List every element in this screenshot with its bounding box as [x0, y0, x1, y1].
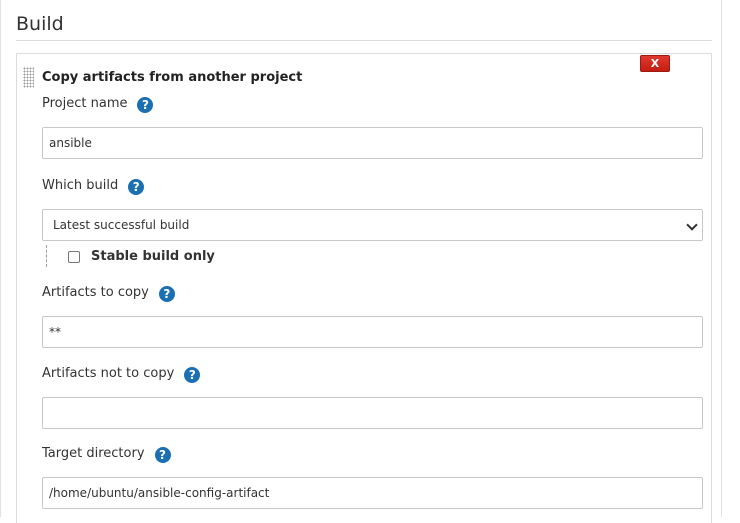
stable-build-only-checkbox[interactable] — [68, 251, 80, 263]
target-directory-label: Target directory? — [42, 446, 171, 463]
which-build-select[interactable]: Latest successful build — [42, 209, 703, 241]
chevron-down-icon — [686, 219, 698, 231]
artifacts-to-copy-label-text: Artifacts to copy — [42, 285, 149, 300]
project-name-label: Project name? — [42, 96, 154, 113]
which-build-label-text: Which build — [42, 178, 119, 193]
drag-handle-icon[interactable] — [23, 67, 34, 88]
artifacts-not-to-copy-label-text: Artifacts not to copy — [42, 366, 175, 381]
stable-build-only-label: Stable build only — [91, 249, 215, 264]
build-step-copy-artifacts: Copy artifacts from another project X Pr… — [16, 53, 712, 523]
help-icon[interactable]: ? — [154, 447, 171, 463]
help-icon[interactable]: ? — [184, 367, 201, 383]
nested-options-bar — [46, 245, 47, 267]
artifacts-not-to-copy-input[interactable] — [42, 397, 703, 429]
section-divider — [16, 40, 712, 41]
artifacts-not-to-copy-label: Artifacts not to copy? — [42, 366, 201, 383]
target-directory-input[interactable]: /home/ubuntu/ansible-config-artifact — [42, 477, 703, 509]
artifacts-to-copy-input[interactable]: ** — [42, 316, 703, 348]
which-build-label: Which build? — [42, 178, 145, 195]
help-icon[interactable]: ? — [158, 286, 175, 302]
help-icon[interactable]: ? — [137, 97, 154, 113]
step-title: Copy artifacts from another project — [42, 70, 303, 85]
section-title: Build — [16, 13, 64, 35]
delete-step-button[interactable]: X — [640, 55, 670, 72]
help-icon[interactable]: ? — [128, 179, 145, 195]
project-name-label-text: Project name — [42, 96, 128, 111]
artifacts-to-copy-label: Artifacts to copy? — [42, 285, 175, 302]
target-directory-label-text: Target directory — [42, 446, 145, 461]
project-name-input[interactable]: ansible — [42, 127, 703, 159]
which-build-selected-value: Latest successful build — [53, 218, 190, 232]
